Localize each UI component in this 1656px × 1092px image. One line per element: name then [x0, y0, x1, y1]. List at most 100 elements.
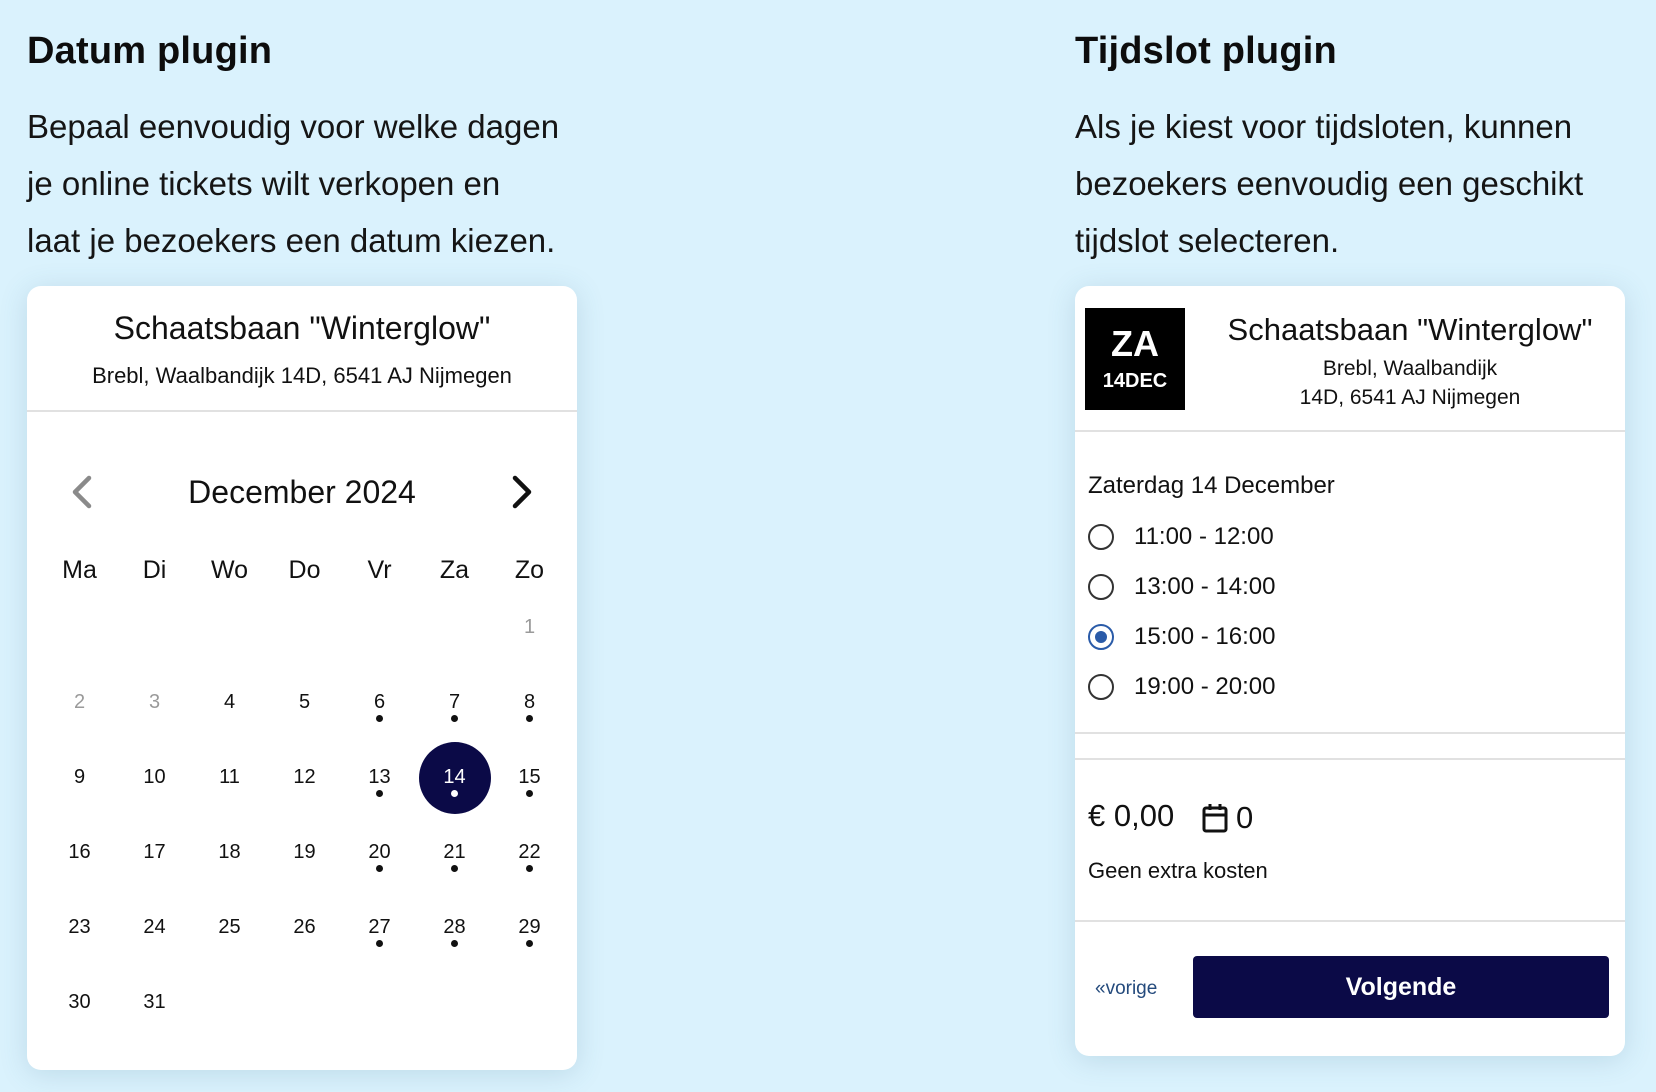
timeslot-radio[interactable] — [1088, 674, 1114, 700]
timeslot-plugin-intro: Als je kiest voor tijdsloten, kunnen bez… — [1075, 98, 1583, 269]
calendar-day[interactable]: 24 — [117, 890, 192, 965]
selected-day-label: Zaterdag 14 December — [1088, 472, 1335, 499]
section-divider — [1075, 734, 1625, 760]
calendar-empty-cell — [342, 965, 417, 1040]
calendar-day-number: 19 — [293, 841, 316, 863]
calendar-day[interactable]: 16 — [42, 815, 117, 890]
venue-address-line: Brebl, Waalbandijk — [1322, 357, 1498, 380]
calendar-day-number: 22 — [518, 841, 541, 863]
intro-line: Als je kiest voor tijdsloten, kunnen — [1075, 108, 1573, 145]
calendar-day: 1 — [492, 590, 567, 665]
date-plugin-heading: Datum plugin — [27, 30, 273, 72]
weekday-label: Zo — [514, 556, 545, 584]
calendar-day-number: 13 — [368, 766, 391, 788]
calendar-card: Schaatsbaan "Winterglow" Brebl, Waalband… — [27, 286, 577, 1070]
calendar-week-row: 30 31 — [42, 965, 567, 1040]
total-price: € 0,00 — [1088, 798, 1175, 833]
availability-dot — [526, 865, 533, 872]
date-plugin-intro: Bepaal eenvoudig voor welke dagen je onl… — [27, 98, 559, 269]
calendar-day-number: 1 — [523, 616, 536, 638]
price-summary: € 0,00 0 Geen extra kosten — [1075, 760, 1625, 922]
weekday-label: Za — [439, 556, 470, 584]
calendar-day[interactable]: 12 — [267, 740, 342, 815]
calendar-day-selected[interactable]: 14 — [417, 740, 492, 815]
timeslot-radio[interactable] — [1088, 524, 1114, 550]
calendar-day[interactable]: 25 — [192, 890, 267, 965]
venue-address: Brebl, Waalbandijk 14D, 6541 AJ Nijmegen — [1195, 354, 1625, 412]
timeslot-list: 11:00 - 12:00 13:00 - 14:00 15:00 - 16:0… — [1088, 512, 1275, 712]
badge-date: 14DEC — [1102, 370, 1168, 392]
previous-link[interactable]: «vorige — [1095, 978, 1157, 1000]
calendar-day[interactable]: 27 — [342, 890, 417, 965]
calendar-day[interactable]: 6 — [342, 665, 417, 740]
calendar-day-number: 31 — [143, 991, 166, 1013]
calendar-day-number: 21 — [443, 841, 466, 863]
calendar-day-number: 18 — [218, 841, 241, 863]
intro-line: Bepaal eenvoudig voor welke dagen — [27, 108, 560, 145]
calendar-day[interactable]: 19 — [267, 815, 342, 890]
timeslot-selection: Zaterdag 14 December 11:00 - 12:00 13:00… — [1075, 432, 1625, 734]
timeslot-option[interactable]: 13:00 - 14:00 — [1088, 562, 1275, 612]
calendar-grid: Ma Di Wo Do Vr Za Zo 1 2 3 4 5 6 7 8 9 10 11 12 13 14… — [42, 550, 567, 1040]
calendar-week-row: 23 24 25 26 27 28 29 — [42, 890, 567, 965]
calendar-day-number: 2 — [73, 691, 86, 713]
calendar-day[interactable]: 8 — [492, 665, 567, 740]
next-month-button[interactable] — [499, 470, 543, 514]
chevron-right-icon — [512, 475, 532, 509]
venue-title: Schaatsbaan "Winterglow" — [1227, 312, 1593, 347]
calendar-empty-cell — [42, 590, 117, 665]
next-button[interactable]: Volgende — [1193, 956, 1609, 1018]
calendar-day-number: 29 — [518, 916, 541, 938]
calendar-day[interactable]: 9 — [42, 740, 117, 815]
calendar-empty-cell — [267, 590, 342, 665]
timeslot-option[interactable]: 19:00 - 20:00 — [1088, 662, 1275, 712]
calendar-day[interactable]: 22 — [492, 815, 567, 890]
availability-dot — [526, 715, 533, 722]
calendar-day[interactable]: 31 — [117, 965, 192, 1040]
calendar-day[interactable]: 30 — [42, 965, 117, 1040]
timeslot-option[interactable]: 11:00 - 12:00 — [1088, 512, 1275, 562]
calendar-day[interactable]: 15 — [492, 740, 567, 815]
calendar-day[interactable]: 4 — [192, 665, 267, 740]
timeslot-option-selected[interactable]: 15:00 - 16:00 — [1088, 612, 1275, 662]
calendar-empty-cell — [417, 590, 492, 665]
weekday-label: Di — [142, 556, 167, 584]
calendar-day[interactable]: 29 — [492, 890, 567, 965]
weekday-header-row: Ma Di Wo Do Vr Za Zo — [42, 550, 567, 590]
calendar-day[interactable]: 28 — [417, 890, 492, 965]
calendar-day[interactable]: 13 — [342, 740, 417, 815]
timeslot-plugin-heading: Tijdslot plugin — [1075, 30, 1337, 72]
calendar-day-number: 11 — [219, 766, 240, 788]
calendar-day-number: 6 — [373, 691, 386, 713]
wizard-actions: «vorige Volgende — [1075, 922, 1625, 1042]
calendar-day-number: 20 — [368, 841, 391, 863]
weekday-label: Ma — [62, 556, 97, 584]
availability-dot — [376, 865, 383, 872]
calendar-day[interactable]: 11 — [192, 740, 267, 815]
calendar-day[interactable]: 26 — [267, 890, 342, 965]
weekday-label: Vr — [367, 556, 392, 584]
calendar-day[interactable]: 18 — [192, 815, 267, 890]
calendar-day[interactable]: 7 — [417, 665, 492, 740]
calendar-day[interactable]: 20 — [342, 815, 417, 890]
timeslot-label: 15:00 - 16:00 — [1134, 623, 1276, 650]
calendar-day[interactable]: 23 — [42, 890, 117, 965]
calendar-card-header: Schaatsbaan "Winterglow" Brebl, Waalband… — [27, 286, 577, 412]
calendar-day: 3 — [117, 665, 192, 740]
intro-line: je online tickets wilt verkopen en — [27, 165, 501, 202]
calendar-day-number: 4 — [223, 691, 236, 713]
intro-line: tijdslot selecteren. — [1075, 222, 1340, 259]
calendar-day[interactable]: 17 — [117, 815, 192, 890]
availability-dot — [376, 940, 383, 947]
calendar-day-number: 28 — [443, 916, 466, 938]
weekday-label: Do — [288, 556, 321, 584]
availability-dot — [376, 790, 383, 797]
availability-dot — [451, 715, 458, 722]
calendar-day-number: 24 — [143, 916, 166, 938]
calendar-day[interactable]: 5 — [267, 665, 342, 740]
calendar-day[interactable]: 21 — [417, 815, 492, 890]
timeslot-radio[interactable] — [1088, 574, 1114, 600]
calendar-day[interactable]: 10 — [117, 740, 192, 815]
basket-summary: 0 — [1202, 800, 1253, 836]
timeslot-radio[interactable] — [1088, 624, 1114, 650]
